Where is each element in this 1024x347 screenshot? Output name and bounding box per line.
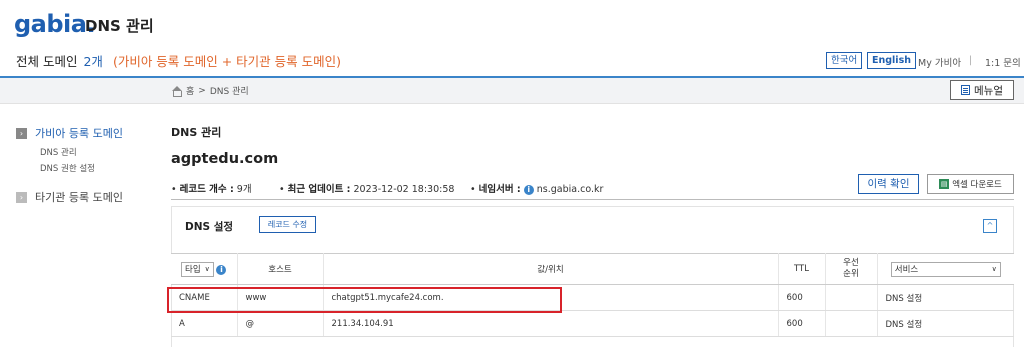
- record-edit-button[interactable]: 레코드 수정: [259, 216, 316, 233]
- record-count-value: 9개: [236, 184, 252, 195]
- table-row[interactable]: A @ 211.34.104.91 600 DNS 설정: [171, 310, 1014, 337]
- breadcrumb: 홈 > DNS 관리: [171, 84, 249, 97]
- service-filter-label: 서비스: [894, 265, 919, 275]
- sidebar-item-gabia-domains[interactable]: › 가비아 등록 도메인: [16, 125, 123, 141]
- domain-detail: (가비아 등록 도메인 + 타기관 등록 도메인): [112, 54, 342, 69]
- column-priority: 우선 순위: [825, 253, 878, 285]
- my-gabia-link[interactable]: My 가비아: [918, 55, 961, 69]
- nameserver: • 네임서버 : i ns.gabia.co.kr: [470, 184, 604, 195]
- history-button[interactable]: 이력 확인: [858, 174, 919, 194]
- manual-button-label: 메뉴얼: [974, 84, 1003, 97]
- breadcrumb-bar: [0, 78, 1024, 104]
- domain-summary: 전체 도메인 2개 (가비아 등록 도메인 + 타기관 등록 도메인): [16, 51, 341, 70]
- cell-value: 211.34.104.91: [323, 310, 779, 337]
- last-update: • 최근 업데이트 : 2023-12-02 18:30:58: [279, 184, 455, 195]
- divider: [171, 199, 1014, 200]
- arrow-right-icon: ›: [16, 127, 27, 139]
- excel-icon: ▤: [939, 179, 950, 189]
- column-host: 호스트: [237, 253, 324, 285]
- sidebar-sub-dns-manage[interactable]: DNS 관리: [40, 146, 77, 158]
- top-separator: |: [969, 55, 973, 66]
- breadcrumb-separator: >: [198, 85, 206, 96]
- dns-settings-title: DNS 설정: [185, 221, 234, 233]
- service-filter-select[interactable]: 서비스 ∨: [890, 261, 1001, 277]
- breadcrumb-current: DNS 관리: [209, 87, 249, 97]
- type-filter-select[interactable]: 타입 ∨: [181, 261, 214, 277]
- inquiry-link[interactable]: 1:1 문의: [985, 55, 1021, 69]
- lang-english-button[interactable]: English: [867, 52, 916, 69]
- cell-service: DNS 설정: [877, 284, 1014, 311]
- record-count: • 레코드 개수 : 9개: [171, 184, 252, 195]
- arrow-right-icon: ›: [16, 191, 27, 203]
- cell-priority: [825, 310, 878, 337]
- nameserver-label: 네임서버 :: [478, 184, 521, 195]
- cell-service: DNS 설정: [877, 310, 1014, 337]
- nameserver-value: ns.gabia.co.kr: [536, 184, 604, 195]
- document-icon: [961, 85, 970, 95]
- chevron-up-icon[interactable]: ^: [983, 219, 997, 233]
- excel-download-button[interactable]: ▤ 엑셀 다운로드: [927, 174, 1014, 194]
- excel-button-label: 엑셀 다운로드: [952, 180, 1002, 190]
- cell-priority: [825, 284, 878, 311]
- sidebar-item-other-domains[interactable]: › 타기관 등록 도메인: [16, 189, 123, 205]
- type-filter-label: 타입: [185, 265, 201, 275]
- section-title: DNS 관리: [171, 126, 222, 139]
- sidebar-item-label: 타기관 등록 도메인: [35, 191, 123, 204]
- sidebar-sub-dns-permission[interactable]: DNS 권한 설정: [40, 162, 95, 174]
- top-header: gabia. DNS 관리 전체 도메인 2개 (가비아 등록 도메인 + 타기관 …: [0, 0, 1024, 87]
- sidebar-item-label: 가비아 등록 도메인: [35, 127, 123, 140]
- cell-ttl: 600: [778, 310, 826, 337]
- column-ttl: TTL: [778, 253, 826, 285]
- domain-name: agptedu.com: [171, 151, 279, 167]
- column-value: 값/위치: [323, 253, 779, 285]
- domain-summary-label: 전체 도메인: [16, 54, 78, 69]
- highlight-box: [167, 287, 562, 313]
- cell-type: A: [171, 310, 238, 337]
- priority-line1: 우선: [843, 258, 859, 268]
- cell-host: @: [237, 310, 324, 337]
- lang-korean-button[interactable]: 한국어: [826, 52, 863, 69]
- domain-count: 2개: [83, 54, 103, 69]
- chevron-down-icon: ∨: [991, 265, 997, 273]
- column-type: 타입 ∨ i: [171, 253, 238, 285]
- gabia-logo[interactable]: gabia.: [14, 10, 96, 38]
- chevron-down-icon: ∨: [204, 265, 210, 273]
- cell-ttl: 600: [778, 284, 826, 311]
- priority-line2: 순위: [843, 269, 859, 279]
- table-header-row: 타입 ∨ i 호스트 값/위치 TTL 우선 순위 서비스 ∨: [171, 253, 1014, 285]
- manual-button[interactable]: 메뉴얼: [950, 80, 1014, 100]
- home-icon[interactable]: [171, 85, 182, 97]
- last-update-label: 최근 업데이트 :: [287, 184, 351, 195]
- record-count-label: 레코드 개수 :: [179, 184, 234, 195]
- column-service: 서비스 ∨: [877, 253, 1014, 285]
- last-update-value: 2023-12-02 18:30:58: [353, 184, 455, 195]
- app-title: DNS 관리: [85, 17, 154, 35]
- info-icon[interactable]: i: [216, 264, 227, 275]
- breadcrumb-home[interactable]: 홈: [186, 84, 194, 97]
- info-icon[interactable]: i: [523, 184, 534, 195]
